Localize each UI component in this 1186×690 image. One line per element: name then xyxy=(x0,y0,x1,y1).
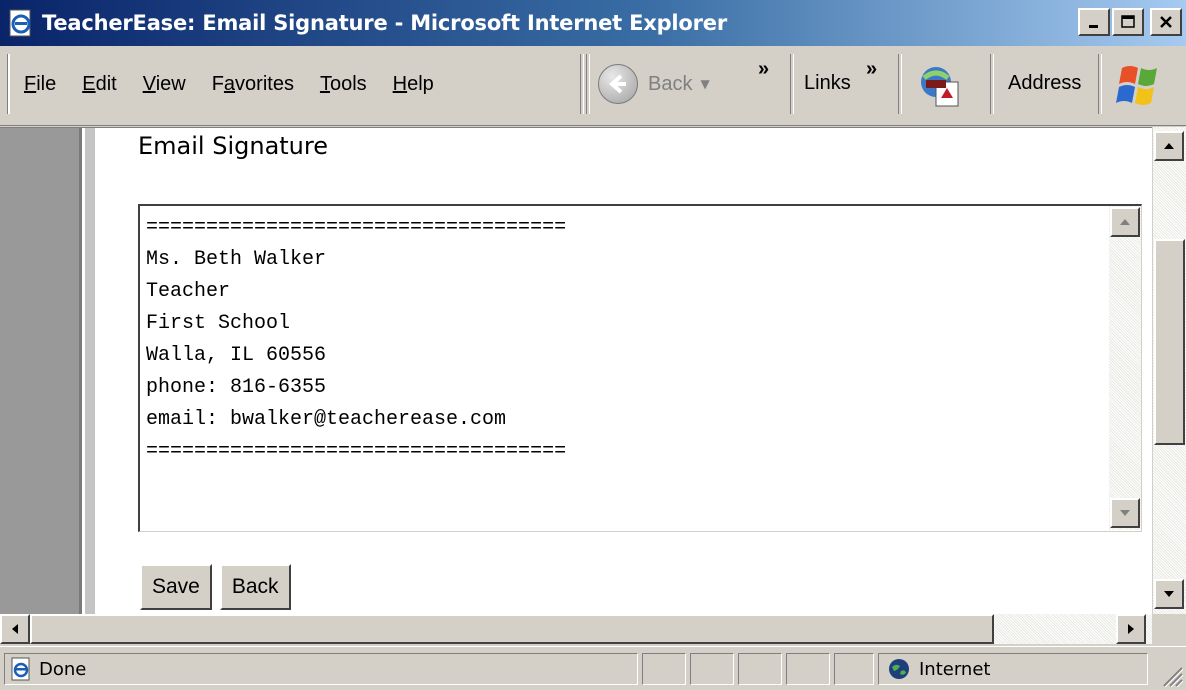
save-button[interactable]: Save xyxy=(140,564,212,610)
signature-textarea-frame: =================================== Ms. … xyxy=(138,204,1142,532)
menu-help[interactable]: Help xyxy=(393,73,434,96)
toolbar-separator xyxy=(898,54,902,114)
menu-favorites[interactable]: Favorites xyxy=(212,73,294,96)
arrow-down-icon xyxy=(1120,510,1130,516)
menu-edit[interactable]: Edit xyxy=(82,73,116,96)
textarea-scroll-down-button[interactable] xyxy=(1110,498,1140,528)
status-text: Done xyxy=(39,658,87,680)
textarea-scroll-up-button[interactable] xyxy=(1110,207,1140,237)
links-label[interactable]: Links xyxy=(804,72,851,95)
arrow-left-icon xyxy=(12,624,18,634)
toolbar-separator xyxy=(790,54,794,114)
scroll-up-button[interactable] xyxy=(1154,131,1184,161)
windows-logo-icon xyxy=(1116,66,1157,105)
resize-grip-icon[interactable] xyxy=(1156,660,1184,688)
back-button[interactable]: Back xyxy=(219,564,291,610)
arrow-right-icon xyxy=(1128,624,1134,634)
scroll-down-button[interactable] xyxy=(1154,579,1184,609)
toolbar-separator xyxy=(580,54,584,114)
chevron-more-icon[interactable]: » xyxy=(758,58,769,81)
arrow-down-icon xyxy=(1164,591,1174,597)
menu-bar: File Edit View Favorites Tools Help xyxy=(8,54,573,114)
close-button[interactable] xyxy=(1150,8,1182,36)
minimize-button[interactable] xyxy=(1078,8,1110,36)
status-cell xyxy=(690,653,734,685)
scroll-right-button[interactable] xyxy=(1116,614,1146,644)
signature-textarea[interactable]: =================================== Ms. … xyxy=(146,212,1106,530)
security-zone-label: Internet xyxy=(919,658,991,680)
toolbar-separator xyxy=(990,54,994,114)
status-cell xyxy=(834,653,874,685)
toolbar-separator xyxy=(586,54,590,114)
maximize-button[interactable] xyxy=(1112,8,1144,36)
window-title: TeacherEase: Email Signature - Microsoft… xyxy=(42,11,728,35)
vertical-scroll-thumb[interactable] xyxy=(1154,239,1185,445)
status-cell xyxy=(642,653,686,685)
title-bar: TeacherEase: Email Signature - Microsoft… xyxy=(0,0,1186,46)
page-horizontal-scrollbar[interactable] xyxy=(0,614,1152,644)
scrollbar-corner xyxy=(1152,614,1186,644)
globe-icon xyxy=(889,659,909,679)
page-viewport: Email Signature ========================… xyxy=(0,127,1152,614)
toolbar: File Edit View Favorites Tools Help Back… xyxy=(0,46,1186,126)
arrow-up-icon xyxy=(1164,143,1174,149)
page-title: Email Signature xyxy=(138,132,328,160)
horizontal-scroll-thumb[interactable] xyxy=(30,614,994,644)
close-icon xyxy=(1160,16,1172,28)
ie-page-icon xyxy=(11,657,30,681)
address-label[interactable]: Address xyxy=(1008,72,1081,95)
maximize-icon xyxy=(1121,15,1135,28)
form-buttons: Save Back xyxy=(140,564,291,610)
menu-file[interactable]: File xyxy=(24,73,56,96)
arrow-up-icon xyxy=(1120,219,1130,225)
textarea-scrollbar[interactable] xyxy=(1109,206,1141,530)
page-vertical-scrollbar[interactable] xyxy=(1152,127,1186,614)
status-cell xyxy=(738,653,782,685)
left-sidebar-edge xyxy=(85,128,95,614)
status-bar: Done Internet xyxy=(0,646,1186,690)
chevron-more-icon[interactable]: » xyxy=(866,58,877,81)
nav-back-label: Back xyxy=(648,72,693,95)
toolbar-separator xyxy=(1098,54,1102,114)
left-sidebar-band xyxy=(0,128,82,614)
back-arrow-icon xyxy=(598,64,638,104)
ie-page-icon xyxy=(9,9,31,37)
status-cell xyxy=(786,653,830,685)
menu-view[interactable]: View xyxy=(143,73,186,96)
pdf-icon[interactable] xyxy=(918,64,962,108)
dropdown-arrow-icon[interactable]: ▼ xyxy=(700,77,709,91)
minimize-icon xyxy=(1089,25,1098,28)
menu-tools[interactable]: Tools xyxy=(320,73,367,96)
nav-back-button[interactable]: Back ▼ xyxy=(598,60,778,108)
status-main-panel: Done xyxy=(4,653,638,685)
security-zone-panel[interactable]: Internet xyxy=(878,653,1148,685)
scroll-left-button[interactable] xyxy=(0,614,30,644)
